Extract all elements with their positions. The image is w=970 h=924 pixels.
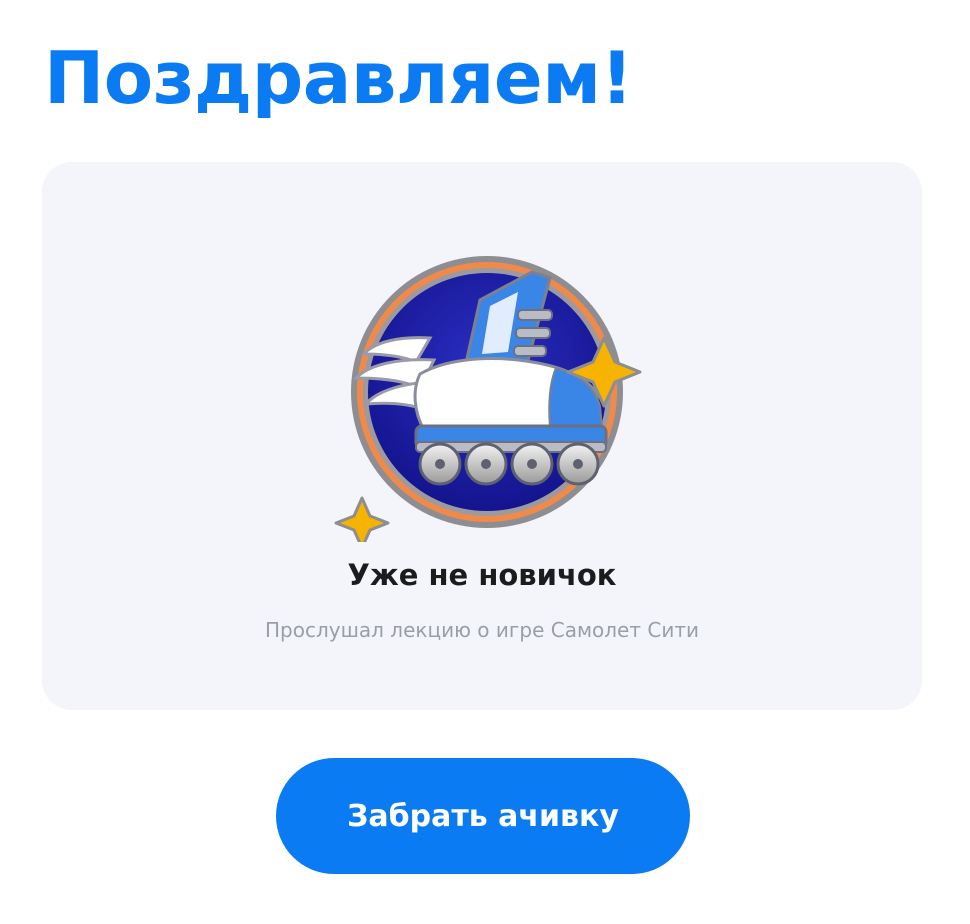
achievement-card: Уже не новичок Прослушал лекцию о игре С…: [42, 162, 922, 710]
rollerblade-badge-icon: [334, 256, 642, 542]
page-title: Поздравляем!: [44, 36, 633, 120]
achievement-description: Прослушал лекцию о игре Самолет Сити: [265, 618, 699, 642]
claim-achievement-button[interactable]: Забрать ачивку: [276, 758, 690, 874]
achievement-title: Уже не новичок: [347, 558, 617, 592]
